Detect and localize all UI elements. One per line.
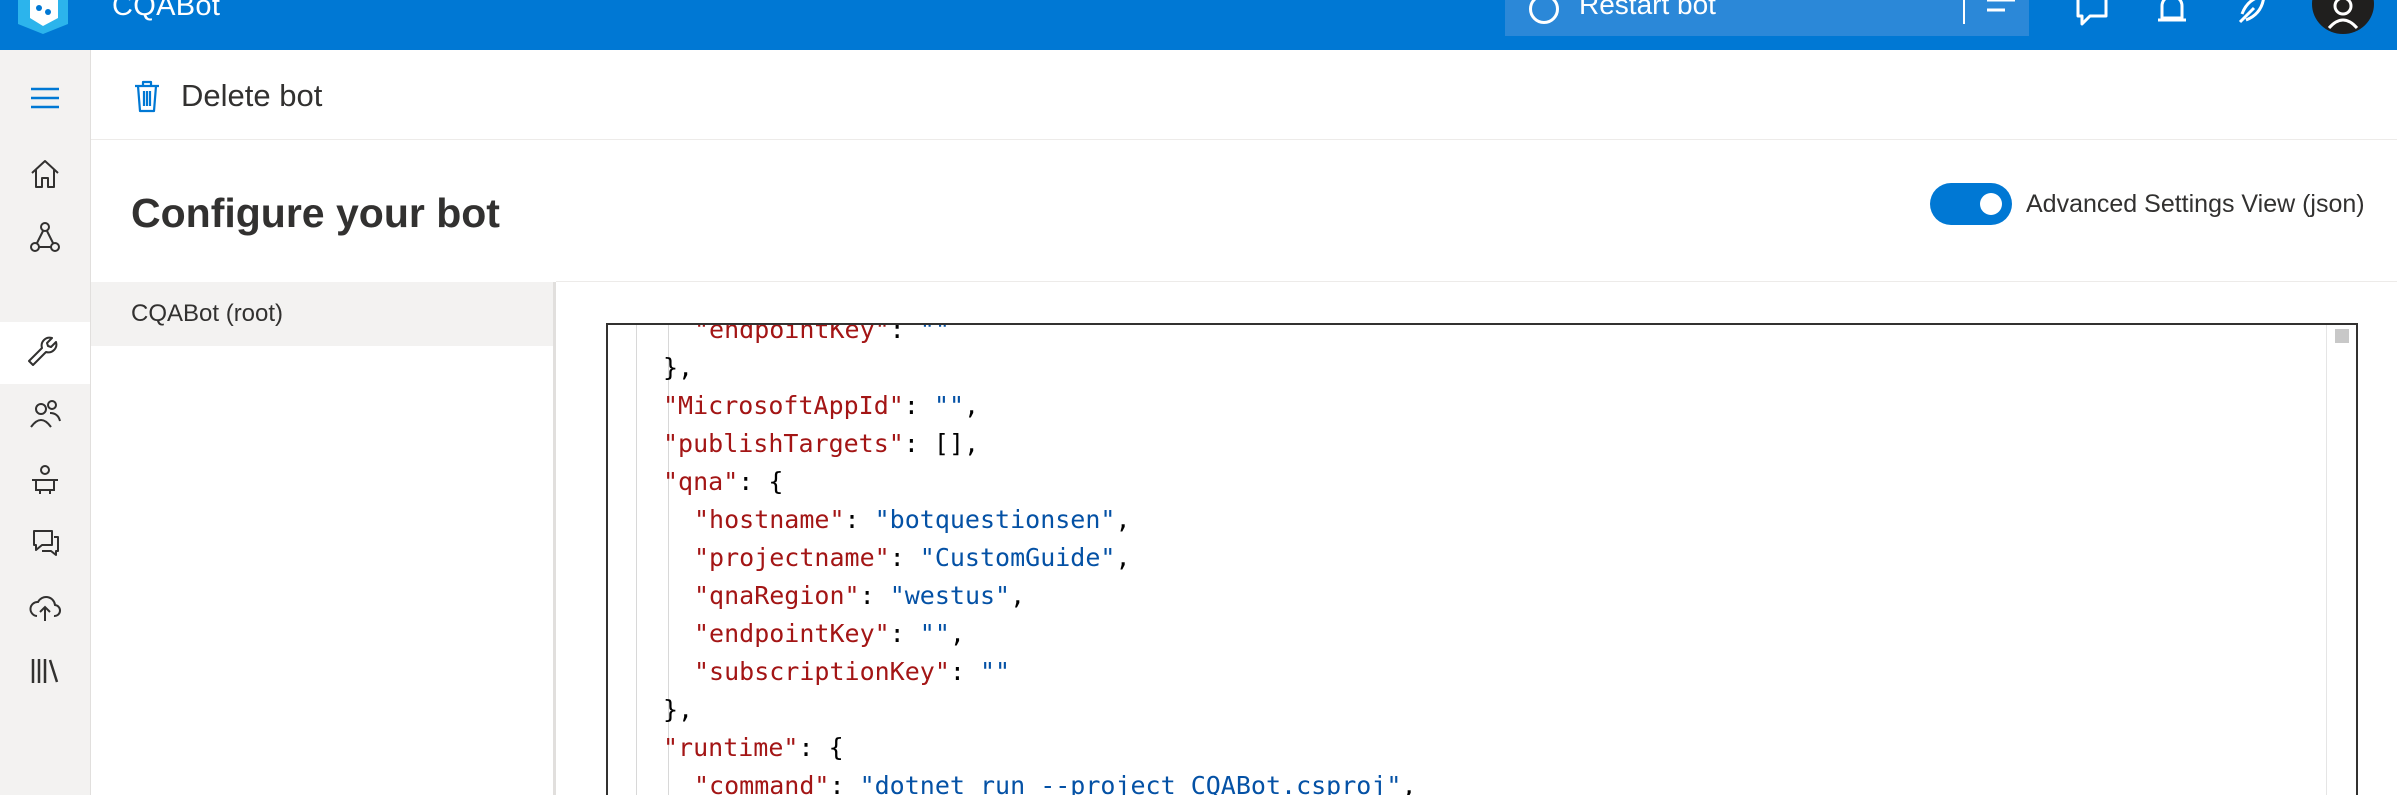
json-key: "endpointKey" — [694, 619, 890, 648]
json-value: "CustomGuide" — [919, 543, 1116, 572]
json-key: "qnaRegion" — [694, 581, 860, 610]
code-line: "hostname": "botquestionsen", — [694, 501, 1131, 539]
json-punctuation: , — [1010, 581, 1026, 610]
json-key: "command" — [694, 771, 830, 795]
json-punctuation: , — [1401, 771, 1417, 795]
nav-item-design[interactable] — [0, 209, 90, 265]
json-separator: : — [889, 619, 920, 648]
restart-options-icon[interactable] — [1983, 0, 2023, 28]
bot-flow-icon — [30, 222, 60, 252]
nav-menu-toggle[interactable] — [0, 70, 90, 126]
restart-divider — [1963, 0, 1965, 24]
code-line: "qnaRegion": "westus", — [694, 577, 1025, 615]
json-separator: : — [859, 581, 890, 610]
web-chat-icon[interactable] — [2072, 0, 2112, 30]
code-line: "MicrosoftAppId": "", — [663, 387, 979, 425]
page-title: Configure your bot — [131, 190, 500, 236]
nav-item-configure[interactable] — [0, 322, 90, 384]
delete-bot-button[interactable]: Delete bot — [131, 74, 322, 118]
code-line: "endpointKey": "", — [694, 615, 965, 653]
json-punctuation: , — [1115, 505, 1131, 534]
scroll-thumb[interactable] — [2335, 329, 2349, 343]
code-line: "runtime": { — [663, 729, 844, 767]
code-line: }, — [663, 691, 693, 729]
restart-bot-control: Restart bot — [1505, 0, 2029, 36]
nav-item-users[interactable] — [0, 386, 90, 442]
json-separator: : — [829, 771, 860, 795]
toggle-knob — [1980, 193, 2002, 215]
json-punctuation: , — [1115, 543, 1131, 572]
editor-scrollbar[interactable] — [2326, 325, 2356, 795]
json-key: "hostname" — [694, 505, 845, 534]
nav-item-publish[interactable] — [0, 580, 90, 636]
trash-icon — [135, 80, 159, 113]
json-separator: : — [889, 323, 920, 344]
json-key: "MicrosoftAppId" — [663, 391, 904, 420]
bot-list: CQABot (root) — [91, 282, 556, 795]
json-separator: : { — [798, 733, 844, 762]
notifications-icon[interactable] — [2152, 0, 2192, 30]
json-value: "" — [919, 323, 950, 344]
json-key: "projectname" — [694, 543, 890, 572]
nav-item-library[interactable] — [0, 643, 90, 699]
json-separator: : [], — [903, 429, 980, 458]
json-separator: : — [844, 505, 875, 534]
json-value: "dotnet run --project CQABot.csproj" — [859, 771, 1402, 795]
code-line: "qna": { — [663, 463, 783, 501]
library-icon — [31, 659, 59, 683]
user-avatar[interactable] — [2312, 0, 2374, 34]
code-line: }, — [663, 349, 693, 387]
advanced-settings-toggle[interactable] — [1930, 183, 2012, 225]
rocket-icon[interactable] — [2232, 0, 2272, 30]
json-punctuation: , — [949, 619, 965, 648]
home-icon — [31, 160, 59, 188]
chat-icon — [33, 530, 59, 556]
person-icon — [2327, 0, 2359, 30]
wrench-icon — [28, 336, 58, 366]
json-value: "" — [979, 657, 1011, 686]
json-separator: : — [949, 657, 980, 686]
composer-logo-icon — [18, 0, 68, 34]
json-punctuation: }, — [663, 353, 694, 382]
indent-guide — [636, 325, 637, 795]
cloud-upload-icon — [29, 596, 61, 621]
users-icon — [30, 400, 61, 428]
json-value: "" — [919, 619, 950, 648]
json-key: "endpointKey" — [694, 323, 890, 344]
delete-bot-label: Delete bot — [181, 78, 323, 113]
code-line: "command": "dotnet run --project CQABot.… — [694, 767, 1417, 795]
restart-icon[interactable] — [1529, 0, 1559, 24]
command-bar: Delete bot — [91, 50, 2397, 140]
content-divider — [556, 281, 2397, 282]
json-key: "runtime" — [663, 733, 799, 762]
json-value: "westus" — [889, 581, 1011, 610]
json-editor[interactable]: "endpointKey": ""}, "MicrosoftAppId": "",… — [606, 323, 2358, 795]
top-bar: CQABot Restart bot — [0, 0, 2397, 50]
app-title: CQABot — [112, 0, 221, 22]
nav-item-skills[interactable] — [0, 451, 90, 507]
bot-robot-icon — [32, 465, 58, 494]
code-line: "projectname": "CustomGuide", — [694, 539, 1131, 577]
json-key: "subscriptionKey" — [694, 657, 950, 686]
hamburger-icon — [31, 87, 59, 109]
advanced-settings-label: Advanced Settings View (json) — [2026, 190, 2365, 218]
nav-item-home[interactable] — [0, 146, 90, 202]
json-key: "publishTargets" — [663, 429, 904, 458]
nav-rail — [0, 50, 91, 795]
json-value: "botquestionsen" — [874, 505, 1116, 534]
bot-list-item[interactable]: CQABot (root) — [91, 282, 553, 346]
code-line: "publishTargets": [], — [663, 425, 979, 463]
json-separator: : { — [738, 467, 784, 496]
json-value: "" — [933, 391, 965, 420]
nav-item-chat[interactable] — [0, 514, 90, 570]
json-punctuation: }, — [663, 695, 694, 724]
json-separator: : — [903, 391, 934, 420]
code-line: "endpointKey": "" — [694, 323, 950, 349]
code-line: "subscriptionKey": "" — [694, 653, 1010, 691]
json-separator: : — [889, 543, 920, 572]
json-punctuation: , — [964, 391, 980, 420]
json-key: "qna" — [663, 467, 739, 496]
restart-bot-button[interactable]: Restart bot — [1579, 0, 1716, 20]
